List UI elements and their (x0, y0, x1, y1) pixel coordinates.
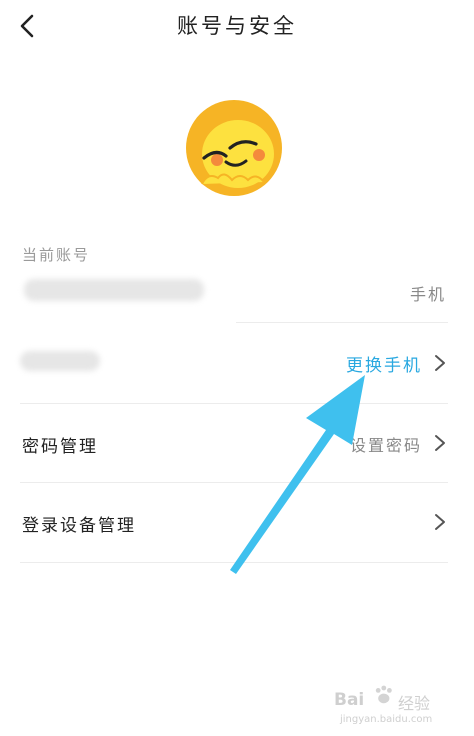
password-management-label: 密码管理 (22, 437, 98, 457)
chevron-right-icon (435, 435, 445, 451)
set-password-value: 设置密码 (349, 436, 422, 455)
chevron-right-icon (435, 514, 445, 530)
chevron-right-icon (435, 355, 445, 371)
smiley-avatar-icon[interactable] (184, 98, 284, 198)
login-device-management-row[interactable]: 登录设备管理 (0, 483, 474, 561)
change-phone-row[interactable]: 更换手机 (0, 323, 474, 403)
login-device-management-label: 登录设备管理 (22, 516, 136, 536)
change-phone-link[interactable]: 更换手机 (346, 351, 422, 376)
divider (20, 562, 448, 563)
watermark-brand-cn: 经验 (398, 694, 431, 713)
paw-logo-icon (375, 685, 392, 704)
page-title: 账号与安全 (177, 14, 297, 38)
account-type-value: 手机 (409, 285, 446, 304)
watermark-url: jingyan.baidu.com (340, 714, 433, 725)
phone-label-redacted (20, 351, 100, 371)
current-account-label: 当前账号 (22, 246, 91, 264)
account-number-redacted (24, 279, 204, 301)
watermark-brand: Bai (334, 690, 365, 710)
watermark: Bai 经验 jingyan.baidu.com (334, 684, 454, 730)
password-management-row[interactable]: 密码管理 设置密码 (0, 404, 474, 482)
